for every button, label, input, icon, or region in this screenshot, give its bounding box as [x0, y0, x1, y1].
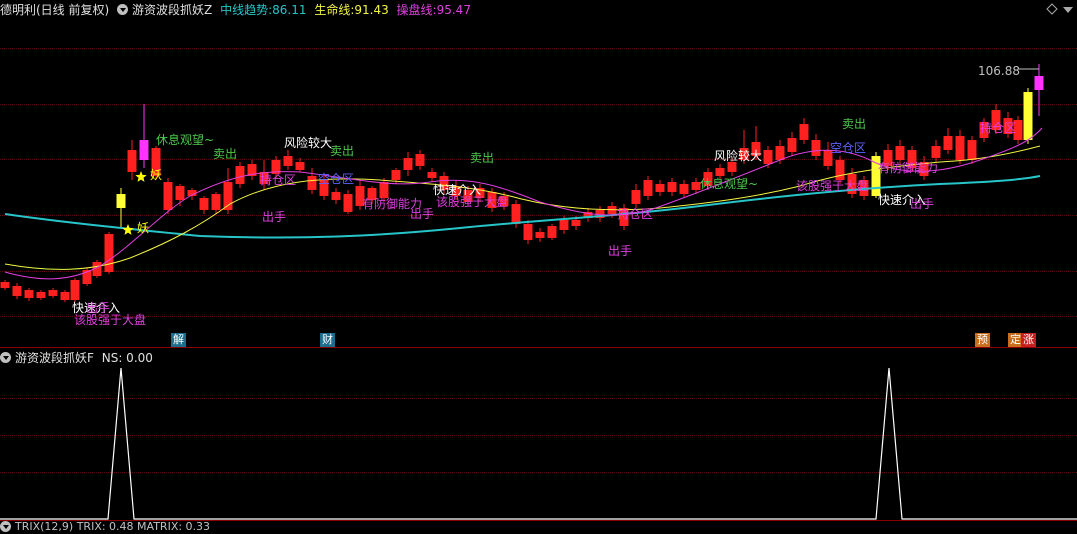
signal-line — [0, 367, 1077, 520]
trix-header: TRIX(12,9) TRIX: 0.48 MATRIX: 0.33 — [0, 520, 214, 534]
trix-text: TRIX(12,9) TRIX: 0.48 MATRIX: 0.33 — [15, 520, 211, 533]
signal-line-chart[interactable] — [0, 0, 1077, 531]
trix-dropdown-icon[interactable] — [0, 520, 11, 532]
